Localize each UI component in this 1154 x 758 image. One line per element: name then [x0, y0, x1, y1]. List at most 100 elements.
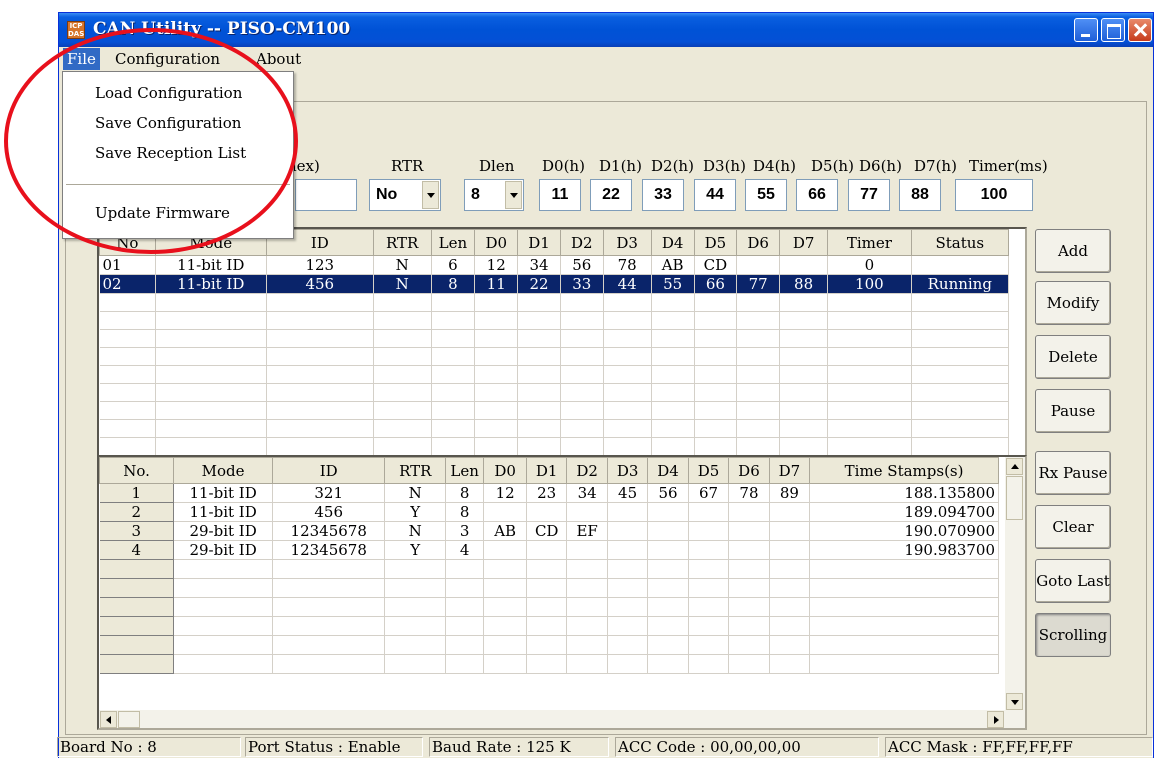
- vertical-scrollbar[interactable]: [1005, 457, 1025, 711]
- table-row[interactable]: [99, 419, 1010, 438]
- id-input[interactable]: [295, 179, 357, 211]
- send-list[interactable]: No Mode ID RTR Len D0 D1 D2 D3 D4 D5 D6 D7 Timer Statu…: [97, 227, 1027, 467]
- table-row[interactable]: 4 29-bit ID 12345678 Y 4 190.983700: [99, 540, 999, 560]
- column-header[interactable]: Mode: [173, 457, 274, 484]
- table-row[interactable]: [99, 311, 1010, 330]
- minimize-button[interactable]: [1074, 18, 1098, 42]
- menu-item-load-configuration[interactable]: Load Configuration: [95, 84, 242, 102]
- chevron-down-icon[interactable]: [422, 181, 439, 209]
- d3-input[interactable]: 44: [694, 179, 736, 211]
- column-header[interactable]: D3: [602, 229, 652, 256]
- table-row[interactable]: 02 11-bit ID 456 N 8 11 22 33 44 55 66 77 88 100 Runni…: [99, 274, 1010, 294]
- close-button[interactable]: [1128, 18, 1152, 42]
- menu-about[interactable]: About: [256, 50, 301, 68]
- title-bar[interactable]: ICP DAS CAN Utility -- PISO-CM100: [59, 13, 1153, 47]
- column-header[interactable]: D5: [693, 229, 738, 256]
- table-row[interactable]: 01 11-bit ID 123 N 6 12 34 56 78 AB CD 0: [99, 255, 1010, 275]
- timer-input[interactable]: 100: [955, 179, 1033, 211]
- column-header[interactable]: Timer: [827, 229, 912, 256]
- table-cell: [99, 616, 175, 636]
- scroll-left-icon[interactable]: [100, 711, 117, 728]
- table-row[interactable]: [99, 383, 1010, 402]
- column-header[interactable]: D2: [566, 457, 608, 484]
- menu-item-save-configuration[interactable]: Save Configuration: [95, 114, 241, 132]
- column-header[interactable]: D7: [779, 229, 829, 256]
- table-cell: [769, 597, 811, 617]
- table-cell: [911, 401, 1010, 420]
- table-row[interactable]: 3 29-bit ID 12345678 N 3 AB CD EF 190.070900: [99, 521, 999, 541]
- table-row[interactable]: [99, 401, 1010, 420]
- table-row[interactable]: [99, 597, 999, 617]
- maximize-button[interactable]: [1101, 18, 1125, 42]
- table-row[interactable]: [99, 654, 999, 674]
- scroll-thumb[interactable]: [1006, 476, 1023, 520]
- table-cell: [266, 383, 374, 402]
- column-header[interactable]: No.: [99, 457, 175, 484]
- menu-file[interactable]: File: [63, 48, 100, 70]
- table-row[interactable]: [99, 635, 999, 655]
- d5-input[interactable]: 66: [796, 179, 838, 211]
- table-row[interactable]: [99, 329, 1010, 348]
- column-header[interactable]: D4: [650, 229, 695, 256]
- scroll-right-icon[interactable]: [987, 711, 1004, 728]
- table-row[interactable]: [99, 616, 999, 636]
- column-header[interactable]: D7: [768, 457, 811, 484]
- receive-list[interactable]: No. Mode ID RTR Len D0 D1 D2 D3 D4 D5 D6 D7 Time Stam…: [97, 455, 1027, 730]
- table-cell: [483, 616, 527, 636]
- menu-item-update-firmware[interactable]: Update Firmware: [95, 204, 230, 222]
- d7-input[interactable]: 88: [899, 179, 941, 211]
- table-cell: [431, 311, 476, 330]
- column-header[interactable]: D3: [606, 457, 649, 484]
- d6-input[interactable]: 77: [848, 179, 890, 211]
- table-cell: [474, 329, 519, 348]
- column-header[interactable]: Len: [430, 229, 476, 256]
- table-row[interactable]: 1 11-bit ID 321 N 8 12 23 34 45 56 67 78 89 188.13580…: [99, 483, 999, 503]
- column-header[interactable]: D6: [728, 457, 770, 484]
- table-row[interactable]: [99, 293, 1010, 312]
- table-row[interactable]: [99, 437, 1010, 456]
- clear-button[interactable]: Clear: [1035, 505, 1111, 549]
- table-cell: [431, 365, 476, 384]
- column-header[interactable]: RTR: [372, 229, 432, 256]
- d2-input[interactable]: 33: [642, 179, 684, 211]
- delete-button[interactable]: Delete: [1035, 335, 1111, 379]
- hscroll-thumb[interactable]: [118, 711, 140, 728]
- d4-input[interactable]: 55: [745, 179, 787, 211]
- pause-button[interactable]: Pause: [1035, 389, 1111, 433]
- column-header[interactable]: Time Stamps(s): [809, 457, 999, 484]
- modify-button[interactable]: Modify: [1035, 281, 1111, 325]
- rtr-select[interactable]: No: [369, 179, 441, 211]
- column-header[interactable]: Status: [910, 229, 1010, 256]
- rx-pause-button[interactable]: Rx Pause: [1035, 451, 1111, 495]
- column-header[interactable]: D1: [525, 457, 568, 484]
- horizontal-scrollbar[interactable]: [99, 710, 1025, 728]
- column-header[interactable]: ID: [272, 457, 386, 484]
- table-cell: 44: [603, 274, 652, 294]
- column-header[interactable]: D6: [736, 229, 781, 256]
- d0-input[interactable]: 11: [539, 179, 581, 211]
- table-row[interactable]: [99, 578, 999, 598]
- column-header[interactable]: RTR: [384, 457, 447, 484]
- column-header[interactable]: D5: [687, 457, 730, 484]
- column-header[interactable]: D0: [483, 457, 527, 484]
- table-row[interactable]: [99, 347, 1010, 366]
- dlen-select[interactable]: 8: [464, 179, 524, 211]
- menu-configuration[interactable]: Configuration: [115, 50, 220, 68]
- column-header[interactable]: D4: [647, 457, 689, 484]
- d1-input[interactable]: 22: [590, 179, 632, 211]
- scroll-up-icon[interactable]: [1006, 458, 1023, 475]
- table-row[interactable]: [99, 559, 999, 579]
- column-header[interactable]: D2: [559, 229, 604, 256]
- table-row[interactable]: 2 11-bit ID 456 Y 8 189.094700: [99, 502, 999, 522]
- scrolling-toggle[interactable]: Scrolling: [1035, 613, 1111, 657]
- scroll-down-icon[interactable]: [1006, 693, 1023, 710]
- column-header[interactable]: D0: [474, 229, 519, 256]
- table-cell: [517, 383, 561, 402]
- add-button[interactable]: Add: [1035, 229, 1111, 273]
- table-row[interactable]: [99, 365, 1010, 384]
- column-header[interactable]: D1: [517, 229, 561, 256]
- chevron-down-icon[interactable]: [505, 181, 522, 209]
- column-header[interactable]: Len: [445, 457, 485, 484]
- menu-item-save-reception-list[interactable]: Save Reception List: [95, 144, 246, 162]
- goto-last-button[interactable]: Goto Last: [1035, 559, 1111, 603]
